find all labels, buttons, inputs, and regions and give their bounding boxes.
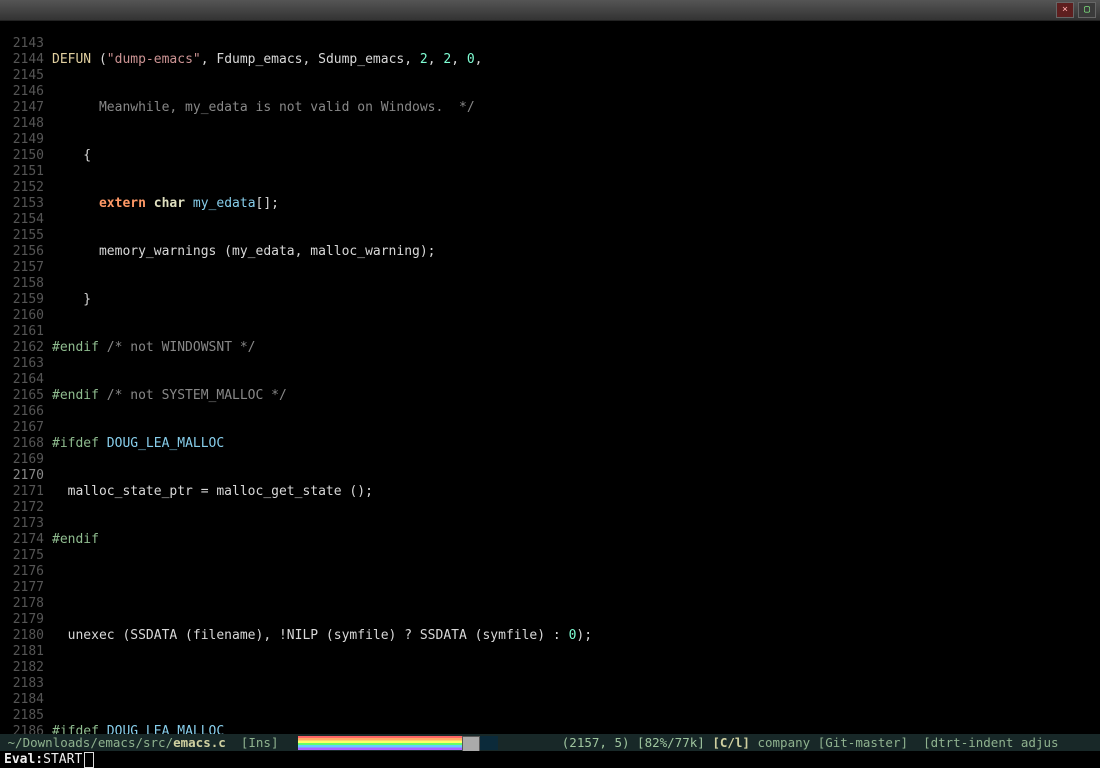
line-number: 2154: [0, 212, 44, 228]
line-number: 2173: [0, 516, 44, 532]
line-number: 2147: [0, 100, 44, 116]
close-icon: ×: [1062, 2, 1068, 18]
line-number: 2145: [0, 68, 44, 84]
line-number: 2159: [0, 292, 44, 308]
minibuffer-cursor: [84, 752, 94, 768]
line-number: 2156: [0, 244, 44, 260]
code-text: Meanwhile, my_edata is not valid on Wind…: [52, 100, 475, 115]
code-text: malloc_state_ptr = malloc_get_state ();: [52, 484, 373, 499]
minibuffer-input[interactable]: START: [43, 752, 82, 768]
code-text: }: [52, 292, 91, 307]
line-number: 2178: [0, 596, 44, 612]
line-number: 2171: [0, 484, 44, 500]
line-number: 2174: [0, 532, 44, 548]
line-number: 2184: [0, 692, 44, 708]
line-number: 2166: [0, 404, 44, 420]
line-number: 2168: [0, 436, 44, 452]
line-number: 2152: [0, 180, 44, 196]
mode-line-percent: [82%/77k]: [637, 735, 705, 751]
line-number: 2148: [0, 116, 44, 132]
nyan-trail-icon: [298, 736, 462, 750]
mode-line-path: ~/Downloads/emacs/src/: [8, 735, 174, 751]
line-number: 2164: [0, 372, 44, 388]
line-number: 2146: [0, 84, 44, 100]
line-number: 2155: [0, 228, 44, 244]
line-number: 2165: [0, 388, 44, 404]
line-number: 2170: [0, 468, 44, 484]
line-number: 2181: [0, 644, 44, 660]
nyan-cat-icon: [462, 736, 480, 752]
nyan-cat-progress[interactable]: [298, 736, 498, 750]
minibuffer[interactable]: Eval: START: [0, 751, 1100, 768]
line-number: 2158: [0, 276, 44, 292]
line-number: 2163: [0, 356, 44, 372]
mode-line-minor-mode[interactable]: [dtrt-indent adjus: [923, 735, 1058, 751]
line-number: 2157: [0, 260, 44, 276]
minibuffer-prompt: Eval:: [4, 752, 43, 768]
line-number: 2177: [0, 580, 44, 596]
line-number: 2183: [0, 676, 44, 692]
line-number: 2150: [0, 148, 44, 164]
line-number: 2144: [0, 52, 44, 68]
maximize-icon: ▢: [1084, 2, 1090, 18]
line-number: 2151: [0, 164, 44, 180]
code-text: {: [52, 148, 91, 163]
line-number: 2143: [0, 36, 44, 52]
line-number: 2175: [0, 548, 44, 564]
defun-macro: DEFUN: [52, 52, 91, 67]
line-number: 2179: [0, 612, 44, 628]
line-number: 2149: [0, 132, 44, 148]
window-maximize-button[interactable]: ▢: [1078, 2, 1096, 18]
line-number: 2162: [0, 340, 44, 356]
code-text: [52, 676, 1100, 692]
code-buffer[interactable]: DEFUN ("dump-emacs", Fdump_emacs, Sdump_…: [52, 20, 1100, 734]
line-number: 2167: [0, 420, 44, 436]
code-text: [52, 580, 1100, 596]
mode-line-buffer-name[interactable]: emacs.c: [173, 735, 226, 751]
mode-line[interactable]: ~/Downloads/emacs/src/emacs.c [Ins] (215…: [0, 734, 1100, 751]
mode-line-major-mode[interactable]: [C/l]: [712, 735, 750, 751]
line-number: 2182: [0, 660, 44, 676]
line-number: 2172: [0, 500, 44, 516]
window-titlebar: × ▢: [0, 0, 1100, 21]
mode-line-insert-state: [Ins]: [241, 735, 279, 751]
mode-line-position: (2157, 5): [562, 735, 630, 751]
line-number: 2180: [0, 628, 44, 644]
mode-line-vc[interactable]: [Git-master]: [818, 735, 908, 751]
window-close-button[interactable]: ×: [1056, 2, 1074, 18]
editor-area[interactable]: 2143214421452146214721482149215021512152…: [0, 20, 1100, 734]
mode-line-minor-mode[interactable]: company: [757, 735, 810, 751]
line-number: 2161: [0, 324, 44, 340]
line-number: 2176: [0, 564, 44, 580]
line-number: 2153: [0, 196, 44, 212]
line-number: 2169: [0, 452, 44, 468]
code-text: memory_warnings (my_edata, malloc_warnin…: [52, 244, 436, 259]
line-number: 2185: [0, 708, 44, 724]
emacs-window: × ▢ 214321442145214621472148214921502151…: [0, 0, 1100, 768]
line-number: 2186: [0, 724, 44, 734]
line-number-gutter: 2143214421452146214721482149215021512152…: [0, 20, 52, 734]
mode-line-path: [0, 735, 8, 751]
line-number: 2160: [0, 308, 44, 324]
